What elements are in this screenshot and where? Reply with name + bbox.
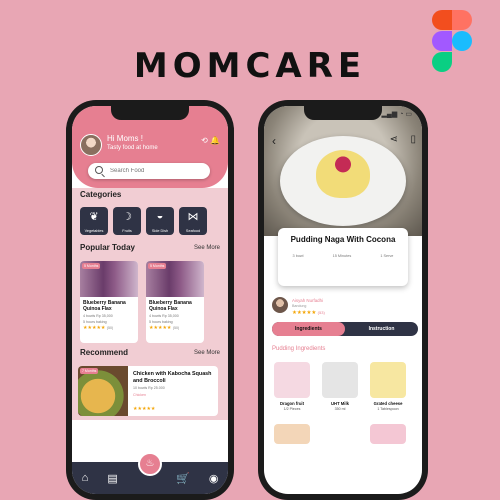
- search-input[interactable]: [110, 163, 206, 179]
- author-location: Bandung: [292, 304, 307, 308]
- avatar[interactable]: [272, 297, 288, 313]
- recipe-title: Pudding Naga With Cocona: [290, 235, 396, 244]
- age-badge: 7 Months: [80, 368, 99, 374]
- recipe-meta-row: 3 bowl 15 Minutes 1 Serve: [278, 254, 408, 258]
- tab-instruction[interactable]: Instruction: [345, 322, 418, 336]
- popular-see-more-link[interactable]: See More: [194, 245, 220, 251]
- ingredients-heading: Pudding Ingredients: [272, 346, 326, 352]
- recipe-meta: 10 bowls Rp 25.000: [133, 386, 165, 390]
- age-badge: 5 Months: [148, 263, 167, 269]
- recipe-image: 5 Months: [80, 261, 138, 297]
- home-phone-mockup: Hi Moms ! Tasty food at home ⟲ 🔔 Categor…: [66, 100, 234, 500]
- ingredient-item[interactable]: Grated cheese 1 Tablespoon: [370, 362, 406, 411]
- rating-stars: ★★★★★ (53): [292, 310, 325, 316]
- category-side-dish[interactable]: ◒ Side Dish: [146, 207, 174, 235]
- status-bar-icons: ▂▄▆ ◔ ▭: [381, 111, 412, 118]
- greeting-text: Hi Moms !: [107, 134, 143, 143]
- cheese-image: [370, 362, 406, 398]
- popular-card[interactable]: 5 Months Blueberry Banana Quinoa Flax 4 …: [146, 261, 204, 343]
- chef-fab-button[interactable]: ♨: [138, 452, 162, 476]
- bowl-count: 3 bowl: [292, 254, 304, 258]
- book-icon[interactable]: ▤: [107, 472, 117, 485]
- recipe-title: Chicken with Kabocha Squash and Broccoli: [133, 371, 212, 384]
- banana-icon: ☽: [122, 211, 132, 223]
- bookmark-icon[interactable]: ▯: [410, 134, 416, 145]
- category-vegetables[interactable]: ❦ Vegetables: [80, 207, 108, 235]
- recommend-heading: Recommend: [80, 348, 129, 357]
- popular-list: 5 Months Blueberry Banana Quinoa Flax 4 …: [80, 261, 204, 343]
- cart-icon[interactable]: 🛒: [176, 472, 190, 485]
- recommend-see-more-link[interactable]: See More: [194, 350, 220, 356]
- ingredient-thumb[interactable]: [370, 424, 406, 444]
- bowl-icon: ◒: [156, 210, 164, 222]
- recipe-title: Blueberry Banana Quinoa Flax: [149, 300, 192, 312]
- tab-ingredients[interactable]: Ingredients: [272, 322, 345, 336]
- detail-phone-mockup: ▂▄▆ ◔ ▭ ‹ ⋖ ▯ Pudding Naga With Cocona 3…: [258, 100, 428, 500]
- rating-stars: ★★★★★ (50): [83, 325, 114, 331]
- dragon-fruit-image: [274, 362, 310, 398]
- tagline-text: Tasty food at home: [107, 145, 158, 151]
- recipe-title: Blueberry Banana Quinoa Flax: [83, 300, 126, 312]
- recipe-sub: Chicken: [133, 393, 146, 397]
- pudding-image: [316, 150, 370, 198]
- recipe-image: 7 Months: [78, 366, 128, 416]
- recipe-sub: 5 hours baking: [149, 320, 173, 324]
- category-fruits[interactable]: ☽ Fruits: [113, 207, 141, 235]
- recommend-card[interactable]: 7 Months Chicken with Kabocha Squash and…: [78, 366, 218, 416]
- ingredient-item[interactable]: Dragon fruit 1/2 Pieces: [274, 362, 310, 411]
- phone-notch: [304, 106, 382, 120]
- ingredient-thumb[interactable]: [274, 424, 310, 444]
- ingredient-thumb[interactable]: [322, 424, 358, 444]
- home-screen: Hi Moms ! Tasty food at home ⟲ 🔔 Categor…: [72, 106, 228, 494]
- milk-image: [322, 362, 358, 398]
- recipe-info-card: Pudding Naga With Cocona 3 bowl 15 Minut…: [278, 228, 408, 286]
- ingredients-list: Dragon fruit 1/2 Pieces UHT Milk 350 ml …: [274, 362, 406, 411]
- fish-icon: ⋈: [187, 211, 199, 223]
- search-icon: [95, 166, 103, 174]
- home-icon[interactable]: ⌂: [82, 472, 89, 484]
- search-bar[interactable]: [88, 163, 210, 179]
- author-name: Aisyah Nurfadhi: [292, 298, 323, 303]
- notification-icon[interactable]: ⟲ 🔔: [201, 136, 220, 145]
- cook-time: 15 Minutes: [332, 254, 352, 258]
- page-title: MOMCARE: [133, 46, 367, 86]
- recipe-tabs: Ingredients Instruction: [272, 322, 418, 336]
- rating-stars: ★★★★★: [133, 406, 156, 412]
- recipe-meta: 4 bowls Rp 35,000: [83, 314, 113, 318]
- recipe-hero-image: ‹ ⋖ ▯: [264, 106, 422, 236]
- category-seafood[interactable]: ⋈ Seafood: [179, 207, 207, 235]
- rating-stars: ★★★★★ (50): [149, 325, 180, 331]
- share-icon[interactable]: ⋖: [390, 134, 398, 145]
- figma-logo-icon: [432, 10, 472, 74]
- categories-list: ❦ Vegetables ☽ Fruits ◒ Side Dish ⋈ Seafood: [80, 207, 207, 235]
- serving-count: 1 Serve: [380, 254, 394, 258]
- detail-screen: ▂▄▆ ◔ ▭ ‹ ⋖ ▯ Pudding Naga With Cocona 3…: [264, 106, 422, 494]
- phone-notch: [111, 106, 189, 120]
- popular-card[interactable]: 5 Months Blueberry Banana Quinoa Flax 4 …: [80, 261, 138, 343]
- age-badge: 5 Months: [82, 263, 101, 269]
- back-arrow-icon[interactable]: ‹: [272, 134, 276, 148]
- avatar[interactable]: [80, 134, 102, 156]
- recipe-image: 5 Months: [146, 261, 204, 297]
- ingredient-item[interactable]: UHT Milk 350 ml: [322, 362, 358, 411]
- categories-heading: Categories: [80, 190, 122, 199]
- recipe-sub: 5 hours baking: [83, 320, 107, 324]
- ingredients-list-more: [274, 424, 406, 444]
- recipe-meta: 4 bowls Rp 35,000: [149, 314, 179, 318]
- broccoli-icon: ❦: [89, 211, 99, 223]
- profile-icon[interactable]: ◉: [209, 472, 219, 485]
- popular-heading: Popular Today: [80, 243, 135, 252]
